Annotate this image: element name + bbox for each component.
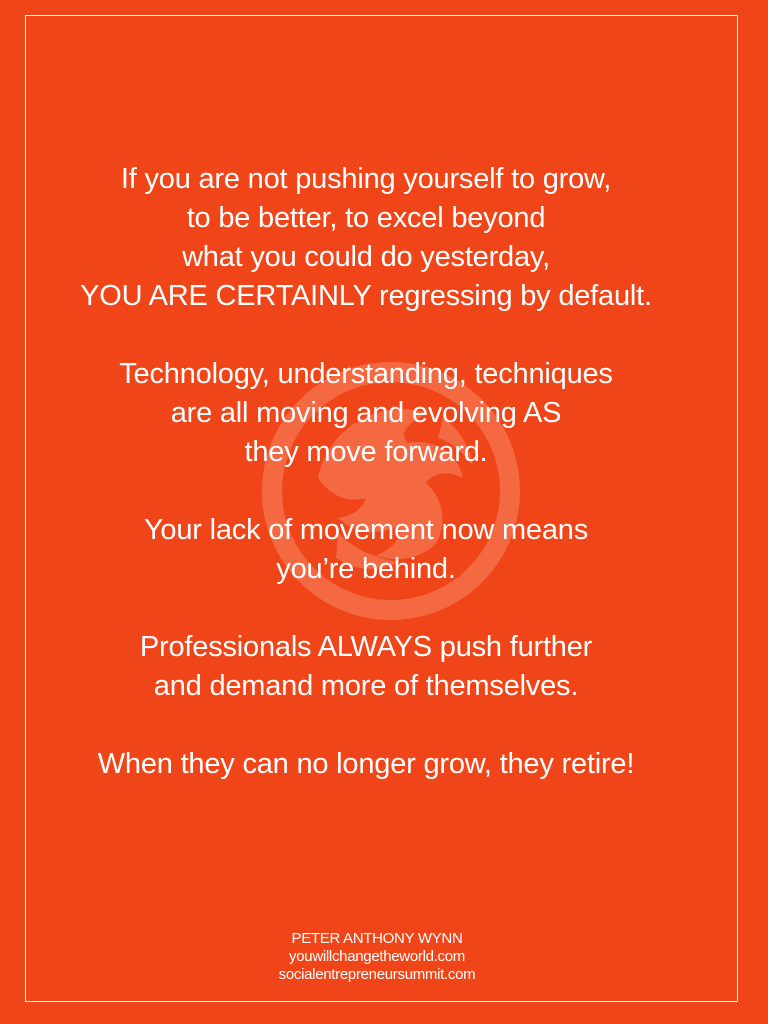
website-link-youwillchangetheworld[interactable]: youwillchangetheworld.com [0, 948, 754, 966]
quote-paragraph: When they can no longer grow, they retir… [0, 745, 732, 784]
quote-paragraph: Your lack of movement now means you’re be… [0, 511, 732, 589]
author-credit: PETER ANTHONY WYNN youwillchangetheworld… [0, 930, 754, 984]
quote-text-block: If you are not pushing yourself to grow,… [0, 160, 732, 823]
quote-line: to be better, to excel beyond [186, 202, 546, 234]
website-link-socialentrepreneursummit[interactable]: socialentrepreneursummit.com [0, 966, 754, 984]
quote-line: and demand more of themselves. [153, 670, 579, 702]
quote-line: you’re behind. [276, 553, 456, 585]
quote-line: If you are not pushing yourself to grow, [120, 163, 612, 195]
quote-line: are all moving and evolving AS [170, 397, 562, 429]
quote-line: When they can no longer grow, they retir… [97, 748, 635, 780]
quote-line: Professionals ALWAYS push further [139, 631, 593, 663]
quote-paragraph: Professionals ALWAYS push further and dem… [0, 628, 732, 706]
quote-line: YOU ARE CERTAINLY regressing by default. [80, 280, 652, 312]
quote-line: what you could do yesterday, [182, 241, 550, 273]
quote-line: Technology, understanding, techniques [119, 358, 613, 390]
quote-line: they move forward. [244, 436, 488, 468]
author-name: PETER ANTHONY WYNN [291, 930, 463, 947]
quote-paragraph: If you are not pushing yourself to grow,… [0, 160, 732, 316]
quote-paragraph: Technology, understanding, techniques are… [0, 355, 732, 472]
quote-line: Your lack of movement now means [143, 514, 589, 546]
